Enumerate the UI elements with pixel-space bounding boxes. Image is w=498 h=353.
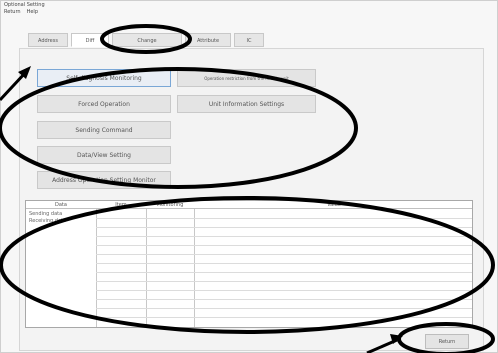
- table-row: [96, 254, 472, 255]
- unit-information-settings-button[interactable]: Unit Information Settings: [177, 95, 316, 113]
- tab-attribute[interactable]: Attribute: [185, 33, 231, 47]
- tab-diff[interactable]: Diff: [71, 33, 109, 47]
- return-button[interactable]: Return: [425, 334, 469, 349]
- header-item: Item: [115, 202, 127, 208]
- row-label-receiving: Receiving data: [29, 218, 67, 224]
- header-monitoring: Monitoring: [156, 202, 184, 208]
- table-row: [96, 281, 472, 282]
- sending-command-button[interactable]: Sending Command: [37, 121, 171, 139]
- table-row: [96, 236, 472, 237]
- table-row: [96, 299, 472, 300]
- tab-ic[interactable]: IC: [234, 33, 264, 47]
- optional-setting-window: Optional Setting Return Help Address Dif…: [0, 0, 498, 353]
- tab-strip: Address Diff Change Attribute IC: [28, 33, 264, 47]
- tab-address[interactable]: Address: [28, 33, 68, 47]
- menu-bar: Return Help: [4, 9, 38, 15]
- table-header: Data Item Monitoring Value: [26, 201, 472, 209]
- table-row: [96, 317, 472, 318]
- remote-restriction-button[interactable]: Operation restriction from the remote un…: [177, 69, 316, 87]
- header-value: Value: [327, 202, 341, 208]
- self-diagnosis-monitoring-button[interactable]: Self-diagnosis Monitoring: [37, 69, 171, 87]
- table-row: [96, 290, 472, 291]
- row-label-sending: Sending data: [29, 211, 63, 217]
- table-row: [96, 218, 472, 219]
- table-row: [96, 308, 472, 309]
- tab-change[interactable]: Change: [112, 33, 182, 47]
- menu-return[interactable]: Return: [4, 9, 21, 15]
- header-data: Data: [55, 202, 67, 208]
- table-row: [96, 245, 472, 246]
- data-view-setting-button[interactable]: Data/View Setting: [37, 146, 171, 164]
- table-row: [96, 263, 472, 264]
- table-row: [96, 227, 472, 228]
- window-title: Optional Setting: [4, 2, 45, 8]
- menu-help[interactable]: Help: [27, 9, 38, 15]
- forced-operation-button[interactable]: Forced Operation: [37, 95, 171, 113]
- table-row: [96, 272, 472, 273]
- data-table[interactable]: Data Item Monitoring Value Sending data …: [25, 200, 473, 328]
- address-operation-monitor-button[interactable]: Address Operation Setting Monitor: [37, 171, 171, 189]
